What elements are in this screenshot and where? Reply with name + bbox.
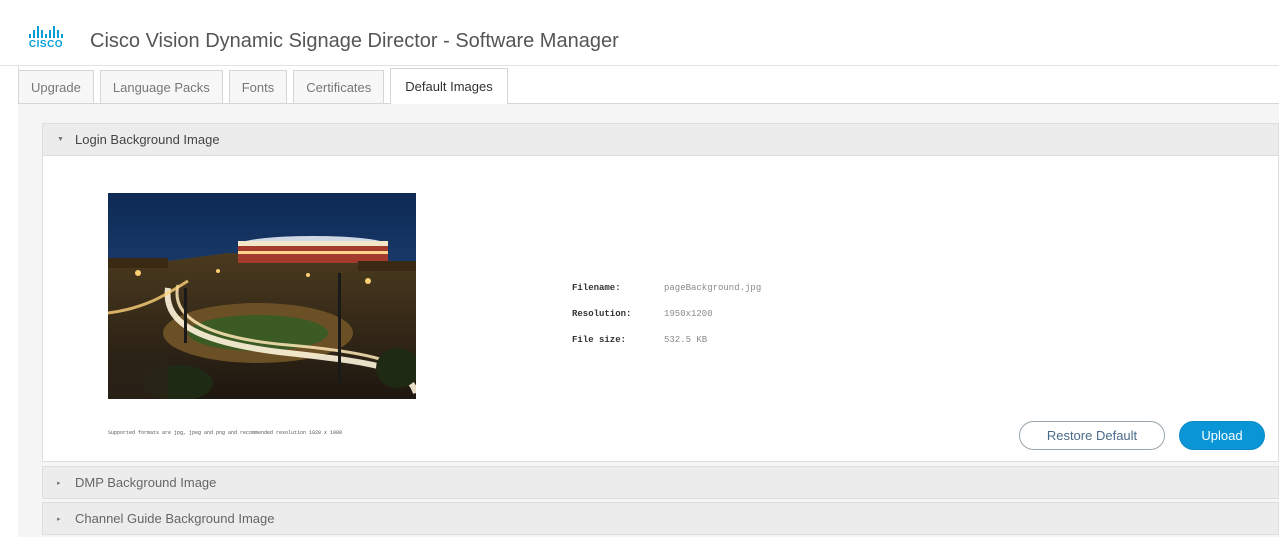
cisco-logo-bars-icon bbox=[22, 26, 70, 38]
tab-default-images[interactable]: Default Images bbox=[390, 68, 508, 104]
filename-label: Filename: bbox=[572, 283, 621, 293]
upload-button[interactable]: Upload bbox=[1179, 421, 1265, 450]
resolution-row: Resolution: 1950x1200 bbox=[572, 309, 761, 335]
stadium-photo-thumbnail bbox=[108, 193, 416, 399]
cisco-logo: CISCO bbox=[22, 26, 70, 52]
login-background-preview-image bbox=[108, 193, 416, 399]
resolution-label: Resolution: bbox=[572, 309, 632, 319]
section-dmp-background-title: DMP Background Image bbox=[75, 475, 217, 490]
tab-bar: Upgrade Language Packs Fonts Certificate… bbox=[18, 68, 514, 104]
app-header: CISCO Cisco Vision Dynamic Signage Direc… bbox=[0, 0, 1279, 66]
tab-upgrade[interactable]: Upgrade bbox=[18, 70, 94, 104]
filesize-row: File size: 532.5 KB bbox=[572, 335, 761, 361]
filesize-value: 532.5 KB bbox=[664, 335, 708, 345]
page-title: Cisco Vision Dynamic Signage Director - … bbox=[90, 30, 619, 52]
section-channel-guide-background-title: Channel Guide Background Image bbox=[75, 511, 275, 526]
filename-value: pageBackground.jpg bbox=[664, 283, 762, 293]
image-metadata: Filename: pageBackground.jpg Resolution:… bbox=[572, 283, 761, 361]
restore-default-button[interactable]: Restore Default bbox=[1019, 421, 1165, 450]
cisco-logo-wordmark: CISCO bbox=[28, 39, 64, 50]
tab-language-packs[interactable]: Language Packs bbox=[99, 70, 223, 104]
section-channel-guide-background-header[interactable]: ▸ Channel Guide Background Image bbox=[42, 502, 1279, 535]
section-login-background-header[interactable]: ▼ Login Background Image bbox=[42, 123, 1279, 156]
tab-certificates[interactable]: Certificates bbox=[293, 70, 385, 104]
filename-row: Filename: pageBackground.jpg bbox=[572, 283, 761, 309]
section-login-background-title: Login Background Image bbox=[75, 132, 220, 147]
filesize-label: File size: bbox=[572, 335, 627, 345]
resolution-value: 1950x1200 bbox=[664, 309, 713, 319]
section-dmp-background-header[interactable]: ▸ DMP Background Image bbox=[42, 466, 1279, 499]
caret-down-icon: ▼ bbox=[57, 136, 64, 143]
caret-right-icon: ▸ bbox=[57, 479, 61, 487]
supported-formats-note: Supported formats are jpg, jpeg and png … bbox=[108, 430, 343, 436]
caret-right-icon: ▸ bbox=[57, 515, 61, 523]
tab-fonts[interactable]: Fonts bbox=[228, 70, 288, 104]
